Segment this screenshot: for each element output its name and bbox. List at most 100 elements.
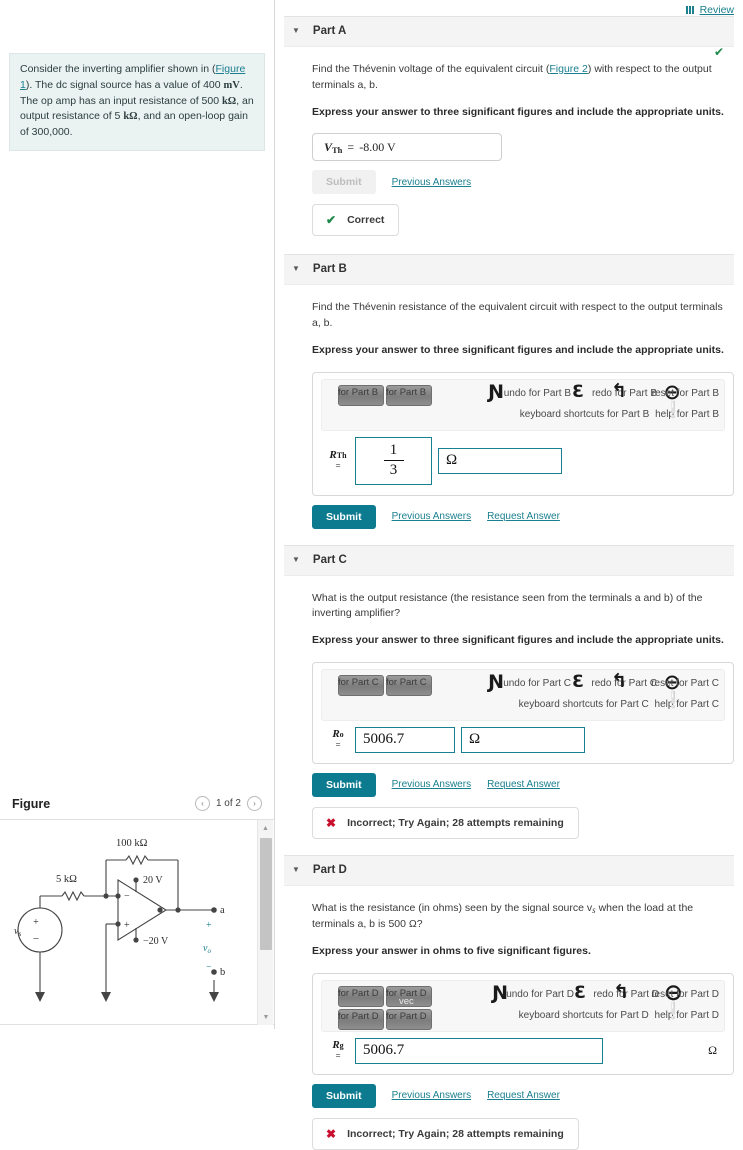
part-d-request-answer-link[interactable]: Request Answer [487, 1090, 560, 1101]
part-c-previous-answers-link[interactable]: Previous Answers [392, 779, 471, 790]
part-d-reset-label[interactable]: reset for Part D [651, 989, 719, 1000]
part-b-request-answer-link[interactable]: Request Answer [487, 511, 560, 522]
part-d-answer-input[interactable]: 5006.7 [355, 1037, 603, 1064]
part-b-submit-button[interactable]: Submit [312, 504, 376, 529]
chevron-left-icon[interactable]: ‹ [194, 796, 210, 811]
part-b-answer-label: RTh = [329, 449, 347, 471]
right-column: Review ▼ Part A ✔ Find the Thévenin volt… [275, 0, 743, 1150]
scrollbar-thumb[interactable] [260, 838, 272, 950]
problem-statement: Consider the inverting amplifier shown i… [9, 53, 265, 151]
part-b-keyboard-shortcuts-label[interactable]: keyboard shortcuts for Part B [520, 409, 650, 420]
redo-icon[interactable]: Ɛ [574, 983, 586, 1003]
part-d-unit-label: Ω [708, 1043, 717, 1058]
template-button-1[interactable]: for Part C [338, 674, 384, 696]
part-b-instruction: Express your answer to three significant… [312, 343, 724, 356]
reset-arrow-icon[interactable]: ↰ [611, 380, 627, 402]
part-c-unit-input[interactable]: Ω [461, 726, 585, 753]
chevron-down-icon[interactable]: ▼ [292, 555, 300, 564]
undo-icon[interactable]: Ɲ [488, 381, 504, 403]
page-root: Consider the inverting amplifier shown i… [0, 0, 743, 1150]
template-button-4[interactable]: for Part D [386, 1008, 432, 1030]
part-c-header[interactable]: ▼ Part C [284, 544, 734, 576]
part-c-help-label[interactable]: help for Part C [652, 699, 719, 710]
part-a-prompt-pre: Find the Thévenin voltage of the equival… [312, 63, 550, 75]
help-icon[interactable]: ❕ [663, 690, 683, 709]
part-c-reset-label[interactable]: reset for Part C [651, 678, 719, 689]
part-b-actions: Submit Previous Answers Request Answer [312, 504, 734, 529]
part-b-previous-answers-link[interactable]: Previous Answers [392, 511, 471, 522]
reset-arrow-icon[interactable]: ↰ [611, 670, 627, 692]
template-button-1[interactable]: for Part D [338, 985, 384, 1007]
help-icon[interactable]: ❕ [663, 400, 683, 419]
problem-unit-kohm-1: kΩ [221, 95, 237, 107]
part-b-reset-label[interactable]: reset for Part B [652, 388, 719, 399]
part-b-unit-value: Ω [446, 452, 458, 468]
scroll-down-icon[interactable]: ▼ [258, 1009, 274, 1025]
problem-text-1: Consider the inverting amplifier shown i… [20, 63, 216, 75]
part-a-header[interactable]: ▼ Part A ✔ [284, 16, 734, 59]
part-b-header[interactable]: ▼ Part B [284, 254, 734, 286]
review-link[interactable]: Review [700, 4, 734, 16]
output-plus: + [206, 920, 212, 931]
part-b-answer-input[interactable]: 1 3 [355, 436, 432, 485]
help-icon[interactable]: ❕ [663, 1001, 683, 1020]
chevron-right-icon[interactable]: › [247, 796, 262, 811]
part-d-header[interactable]: ▼ Part D [284, 854, 734, 886]
part-c-toolbar: for Part C for Part C Ɲ undo for Part C … [321, 668, 725, 721]
source-plus: + [33, 917, 39, 928]
part-c-actions: Submit Previous Answers Request Answer [312, 772, 734, 797]
part-b-undo-label[interactable]: undo for Part B [504, 388, 571, 399]
figure-scrollbar[interactable]: ▲ ▼ [257, 820, 273, 1025]
part-b-answer-row: RTh = 1 3 Ω [321, 433, 725, 485]
template-button-3[interactable]: for Part D [338, 1008, 384, 1030]
reset-arrow-icon[interactable]: ↰ [613, 981, 629, 1003]
chevron-down-icon[interactable]: ▼ [292, 865, 300, 874]
part-c-undo-label[interactable]: undo for Part C [503, 678, 571, 689]
redo-icon[interactable]: Ɛ [572, 672, 584, 692]
part-b-title: Part B [312, 263, 347, 276]
part-d-previous-answers-link[interactable]: Previous Answers [392, 1090, 471, 1101]
part-c-title: Part C [312, 553, 347, 566]
part-d-undo-label[interactable]: undo for Part D [506, 989, 574, 1000]
part-d-keyboard-shortcuts-label[interactable]: keyboard shortcuts for Part D [519, 1010, 649, 1021]
part-b-tool-row-2: ❕ keyboard shortcuts for Part B help for… [520, 400, 719, 420]
part-d-prompt-pre: What is the resistance (in ohms) seen by… [312, 901, 593, 914]
template-button-1[interactable]: for Part B [338, 384, 384, 406]
part-a-title: Part A [312, 25, 347, 37]
part-a-status-check-icon: ✔ [713, 45, 724, 59]
part-c-request-answer-link[interactable]: Request Answer [487, 779, 560, 790]
label-terminal-b: b [220, 967, 225, 978]
part-c-feedback-text: Incorrect; Try Again; 28 attempts remain… [347, 816, 564, 829]
columns-icon [685, 6, 695, 14]
part-a-submit-button[interactable]: Submit [312, 170, 376, 195]
chevron-down-icon[interactable]: ▼ [292, 265, 300, 273]
part-c-unit-value: Ω [469, 731, 481, 748]
problem-unit-kohm-2: kΩ [123, 111, 138, 123]
part-c-keyboard-shortcuts-label[interactable]: keyboard shortcuts for Part C [519, 699, 649, 710]
part-a: ▼ Part A ✔ Find the Thévenin voltage of … [284, 16, 734, 254]
redo-icon[interactable]: Ɛ [572, 382, 584, 402]
label-supply-positive: 20 V [143, 875, 163, 886]
source-minus: − [33, 933, 39, 945]
figure-2-link[interactable]: Figure 2 [549, 63, 588, 75]
check-icon: ✔ [326, 213, 337, 228]
part-b-unit-input[interactable]: Ω [438, 447, 562, 474]
chevron-down-icon[interactable]: ▼ [292, 27, 300, 35]
part-a-answer-field[interactable]: VTh = -8.00 V [312, 133, 502, 162]
part-d-tool-row-2: ❕ keyboard shortcuts for Part D help for… [519, 1001, 719, 1021]
part-c-submit-button[interactable]: Submit [312, 772, 376, 797]
part-c-answer-value: 5006.7 [363, 731, 405, 748]
part-a-actions: Submit Previous Answers [312, 170, 734, 195]
label-input-resistor: 5 kΩ [56, 874, 77, 885]
part-a-body: Find the Thévenin voltage of the equival… [284, 47, 734, 254]
part-a-previous-answers-link[interactable]: Previous Answers [392, 177, 471, 188]
label-feedback-resistor: 100 kΩ [116, 838, 148, 849]
part-a-answer-label: VTh [324, 139, 343, 155]
undo-icon[interactable]: Ɲ [488, 671, 504, 693]
part-c-tool-row-2: ❕ keyboard shortcuts for Part C help for… [519, 690, 719, 710]
part-c-answer-input[interactable]: 5006.7 [355, 726, 455, 753]
part-d-feedback: ✖ Incorrect; Try Again; 28 attempts rema… [312, 1117, 579, 1150]
part-d-submit-button[interactable]: Submit [312, 1083, 376, 1108]
scroll-up-icon[interactable]: ▲ [258, 820, 273, 836]
part-d-help-label[interactable]: help for Part D [652, 1010, 719, 1021]
